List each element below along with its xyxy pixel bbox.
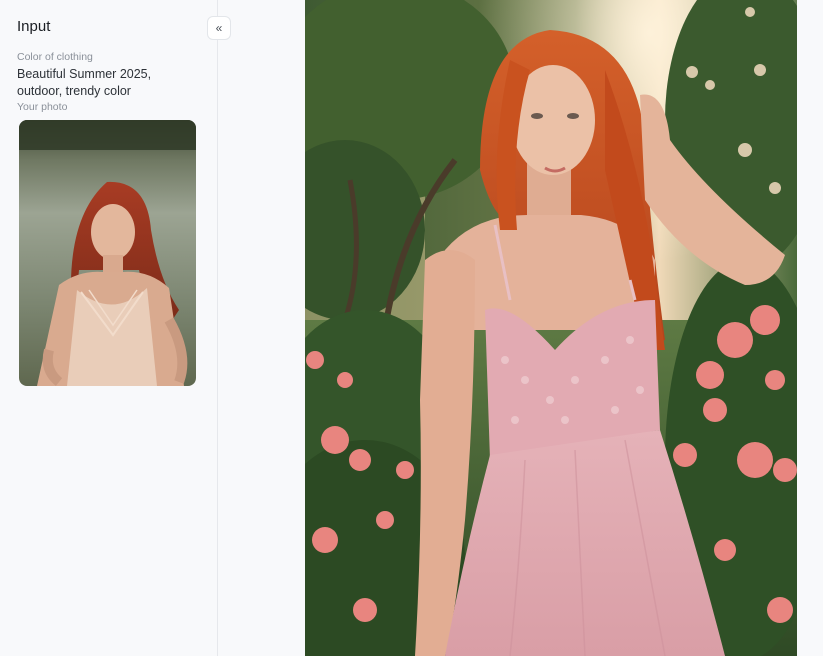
input-photo-image <box>19 120 196 386</box>
your-photo-label: Your photo <box>17 101 68 113</box>
panel-title: Input <box>17 18 51 35</box>
input-sidebar: Input Color of clothing Beautiful Summer… <box>0 0 218 656</box>
right-margin <box>797 0 823 656</box>
collapse-panel-button[interactable]: « <box>207 16 231 40</box>
input-photo-thumbnail[interactable] <box>19 120 196 386</box>
result-photo <box>305 0 797 656</box>
double-chevron-left-icon: « <box>215 21 223 35</box>
color-of-clothing-label: Color of clothing <box>17 51 93 63</box>
canvas-gutter <box>219 0 305 656</box>
color-of-clothing-value: Beautiful Summer 2025, outdoor, trendy c… <box>17 67 152 98</box>
result-image[interactable] <box>305 0 797 656</box>
